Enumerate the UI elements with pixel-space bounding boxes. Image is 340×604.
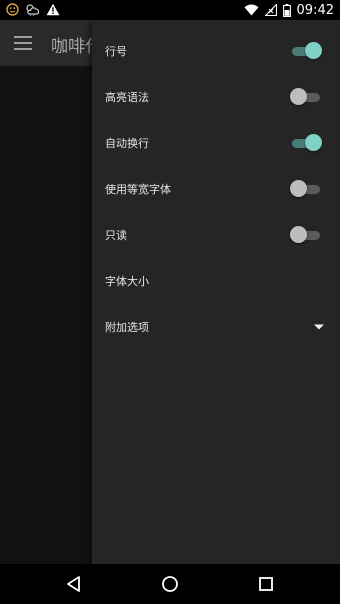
setting-read-only[interactable]: 只读 — [92, 212, 340, 258]
menu-icon[interactable] — [14, 36, 32, 54]
smiley-notification-icon — [6, 3, 19, 16]
clock: 09:42 — [296, 2, 334, 18]
status-bar: 09:42 — [0, 0, 340, 20]
home-icon[interactable] — [160, 574, 180, 594]
system-icons: 09:42 — [244, 0, 334, 20]
setting-monospace-font[interactable]: 使用等宽字体 — [92, 166, 340, 212]
monospace-font-toggle[interactable] — [290, 180, 322, 198]
setting-syntax-highlight[interactable]: 高亮语法 — [92, 74, 340, 120]
line-numbers-toggle[interactable] — [290, 42, 322, 60]
setting-label: 附加选项 — [105, 321, 149, 334]
wifi-icon — [244, 4, 259, 16]
word-wrap-toggle[interactable] — [290, 134, 322, 152]
setting-word-wrap[interactable]: 自动换行 — [92, 120, 340, 166]
setting-label: 字体大小 — [105, 275, 149, 288]
setting-label: 使用等宽字体 — [105, 183, 171, 196]
setting-label: 行号 — [105, 45, 127, 58]
navigation-bar — [0, 564, 340, 604]
setting-line-numbers[interactable]: 行号 — [92, 28, 340, 74]
setting-extra-options[interactable]: 附加选项 — [92, 304, 340, 350]
read-only-toggle[interactable] — [290, 226, 322, 244]
weather-notification-icon — [25, 3, 40, 16]
syntax-highlight-toggle[interactable] — [290, 88, 322, 106]
warning-icon — [46, 3, 60, 16]
settings-drawer: 行号 高亮语法 自动换行 使用等宽字体 只读 字体大小 附加选项 — [92, 20, 340, 564]
battery-icon — [282, 3, 291, 17]
setting-label: 高亮语法 — [105, 91, 149, 104]
back-icon[interactable] — [64, 574, 84, 594]
notification-icons — [6, 3, 60, 16]
setting-font-size[interactable]: 字体大小 — [92, 258, 340, 304]
no-signal-icon — [264, 4, 277, 16]
setting-label: 只读 — [105, 229, 127, 242]
recent-apps-icon[interactable] — [256, 574, 276, 594]
setting-label: 自动换行 — [105, 137, 149, 150]
dropdown-arrow-icon[interactable] — [314, 324, 324, 330]
